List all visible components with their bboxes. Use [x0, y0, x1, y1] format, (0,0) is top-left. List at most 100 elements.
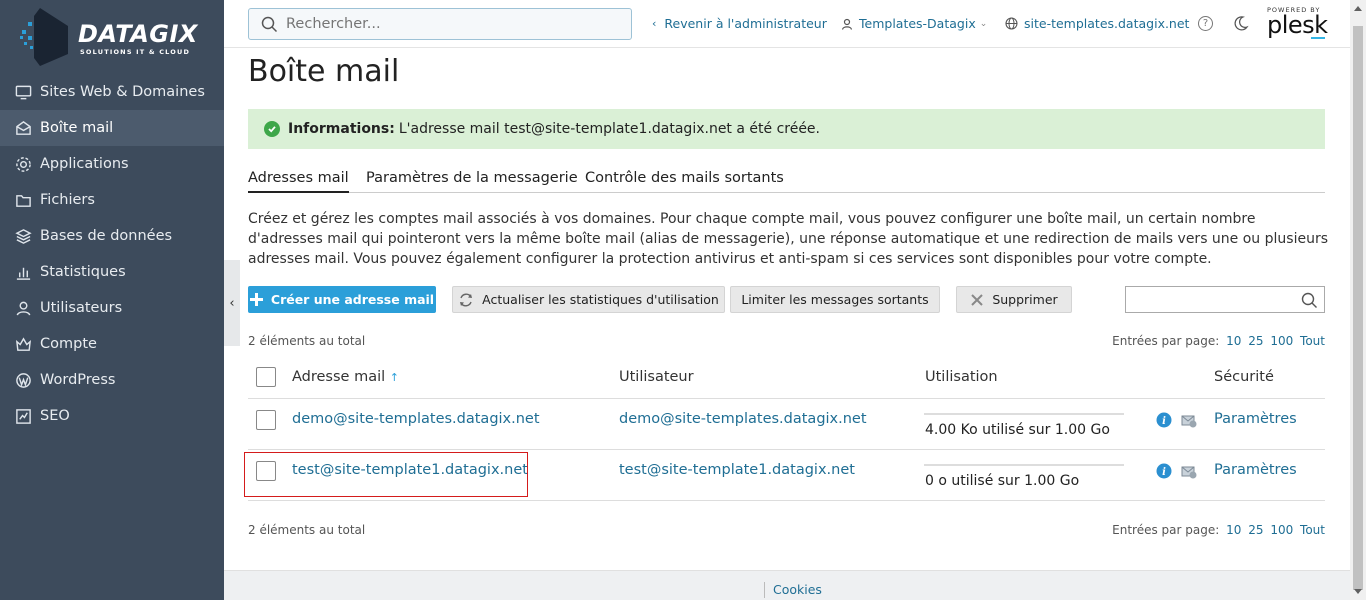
sidebar-item-seo[interactable]: SEO	[0, 398, 224, 434]
mail-user-link[interactable]: test@site-template1.datagix.net	[619, 462, 855, 478]
info-icon[interactable]: i	[1156, 463, 1172, 479]
total-count-top: 2 éléments au total	[248, 334, 366, 348]
refresh-stats-label: Actualiser les statistiques d'utilisatio…	[482, 292, 719, 307]
crown-icon	[14, 335, 32, 353]
sidebar-item-account[interactable]: Compte	[0, 326, 224, 362]
limit-outgoing-label: Limiter les messages sortants	[741, 292, 929, 307]
mail-user-link[interactable]: demo@site-templates.datagix.net	[619, 411, 867, 427]
per-page-label: Entrées par page:	[1112, 523, 1220, 537]
refresh-stats-button[interactable]: Actualiser les statistiques d'utilisatio…	[452, 286, 725, 313]
globe-icon	[1005, 17, 1018, 30]
create-mail-label: Créer une adresse mail	[270, 292, 435, 307]
limit-outgoing-button[interactable]: Limiter les messages sortants	[730, 286, 940, 313]
database-icon	[14, 227, 32, 245]
list-search-field[interactable]	[1125, 286, 1325, 313]
sidebar-item-wordpress[interactable]: WordPress	[0, 362, 224, 398]
sidebar-item-databases[interactable]: Bases de données	[0, 218, 224, 254]
search-input[interactable]	[286, 16, 606, 32]
per-page-25[interactable]: 25	[1248, 334, 1263, 348]
mail-address-link[interactable]: demo@site-templates.datagix.net	[292, 411, 540, 427]
usage-progress-bar	[924, 413, 1124, 415]
create-mail-button[interactable]: Créer une adresse mail	[248, 286, 436, 313]
domain-link[interactable]: site-templates.datagix.net	[1005, 16, 1189, 31]
antispam-icon[interactable]	[1180, 462, 1198, 480]
security-settings-link[interactable]: Paramètres	[1214, 411, 1297, 427]
column-header-user[interactable]: Utilisateur	[619, 369, 694, 385]
column-header-security: Sécurité	[1214, 369, 1274, 385]
global-search[interactable]	[248, 8, 632, 40]
refresh-icon	[460, 293, 473, 306]
user-menu[interactable]: Templates-Datagix ⌄	[841, 16, 987, 31]
folder-icon	[14, 191, 32, 209]
svg-text:i: i	[1162, 467, 1166, 478]
success-message: Informations: L'adresse mail test@site-t…	[248, 109, 1325, 149]
search-icon[interactable]	[1301, 292, 1318, 309]
close-icon	[971, 293, 984, 306]
cookies-link[interactable]: Cookies	[773, 582, 822, 597]
info-text: L'adresse mail test@site-template1.datag…	[398, 121, 820, 137]
user-icon	[14, 299, 32, 317]
sidebar-item-users[interactable]: Utilisateurs	[0, 290, 224, 326]
datagix-logo[interactable]: DATAGIX SOLUTIONS IT & CLOUD	[20, 6, 210, 68]
back-to-admin-link[interactable]: ‹ Revenir à l'administrateur	[652, 16, 827, 31]
sidebar-item-label: Boîte mail	[40, 120, 114, 136]
top-header: ‹ Revenir à l'administrateur Templates-D…	[224, 0, 1350, 48]
per-page-10[interactable]: 10	[1226, 334, 1241, 348]
per-page-bottom: Entrées par page: 10 25 100 Tout	[1112, 523, 1325, 537]
per-page-100[interactable]: 100	[1270, 334, 1293, 348]
plus-icon	[249, 293, 263, 306]
page-scrollbar[interactable]	[1350, 0, 1366, 600]
per-page-all[interactable]: Tout	[1300, 523, 1325, 537]
table-header: Adresse mail ↑ Utilisateur Utilisation S…	[248, 356, 1325, 399]
antispam-icon[interactable]	[1180, 411, 1198, 429]
per-page-label: Entrées par page:	[1112, 334, 1220, 348]
per-page-10[interactable]: 10	[1226, 523, 1241, 537]
chevron-left-icon: ‹	[229, 295, 235, 311]
sidebar-item-statistics[interactable]: Statistiques	[0, 254, 224, 290]
help-icon[interactable]: ?	[1198, 16, 1213, 31]
sidebar-nav: Sites Web & Domaines Boîte mail Applicat…	[0, 74, 224, 434]
sidebar-item-websites[interactable]: Sites Web & Domaines	[0, 74, 224, 110]
sort-arrow-icon: ↑	[389, 371, 399, 384]
sidebar-collapse-toggle[interactable]: ‹	[224, 260, 240, 346]
per-page-100[interactable]: 100	[1270, 523, 1293, 537]
scroll-down-icon[interactable]	[1354, 589, 1362, 594]
per-page-25[interactable]: 25	[1248, 523, 1263, 537]
sidebar-item-mail[interactable]: Boîte mail	[0, 110, 224, 146]
back-to-admin-label: Revenir à l'administrateur	[664, 16, 827, 31]
datagix-logo-mark	[20, 8, 68, 66]
page-description: Créez et gérez les comptes mail associés…	[248, 211, 1329, 267]
sidebar-item-applications[interactable]: Applications	[0, 146, 224, 182]
tab-mail-addresses[interactable]: Adresses mail	[248, 170, 349, 193]
scroll-thumb[interactable]	[1353, 26, 1363, 590]
column-header-address[interactable]: Adresse mail ↑	[292, 369, 399, 385]
chevron-left-icon: ‹	[652, 17, 657, 30]
mail-tabs: Adresses mail Paramètres de la messageri…	[248, 166, 1325, 193]
info-icon[interactable]: i	[1156, 412, 1172, 428]
row-checkbox[interactable]	[256, 410, 276, 430]
plesk-logo: POWERED BY plesk	[1267, 6, 1328, 39]
page-footer: Cookies	[224, 570, 1350, 600]
tab-mail-settings[interactable]: Paramètres de la messagerie	[366, 170, 578, 191]
scroll-up-icon[interactable]	[1354, 6, 1362, 11]
user-icon	[841, 18, 853, 30]
delete-button[interactable]: Supprimer	[956, 286, 1072, 313]
usage-text: 4.00 Ko utilisé sur 1.00 Go	[925, 422, 1110, 438]
usage-progress-bar	[924, 464, 1124, 466]
per-page-all[interactable]: Tout	[1300, 334, 1325, 348]
new-address-highlight	[244, 452, 528, 497]
usage-text: 0 o utilisé sur 1.00 Go	[925, 473, 1080, 489]
sidebar-item-label: WordPress	[40, 372, 116, 388]
column-header-usage[interactable]: Utilisation	[925, 369, 998, 385]
security-settings-link[interactable]: Paramètres	[1214, 462, 1297, 478]
tab-outgoing-control[interactable]: Contrôle des mails sortants	[585, 170, 784, 191]
plesk-name: plesk	[1267, 11, 1328, 39]
info-label: Informations:	[288, 121, 395, 137]
dark-mode-icon[interactable]	[1233, 15, 1249, 31]
total-count-bottom: 2 éléments au total	[248, 523, 366, 537]
sidebar-item-label: Sites Web & Domaines	[40, 84, 205, 100]
footer-divider	[764, 582, 765, 598]
sidebar-item-files[interactable]: Fichiers	[0, 182, 224, 218]
select-all-checkbox[interactable]	[256, 367, 276, 387]
table-row: demo@site-templates.datagix.net demo@sit…	[248, 399, 1325, 450]
